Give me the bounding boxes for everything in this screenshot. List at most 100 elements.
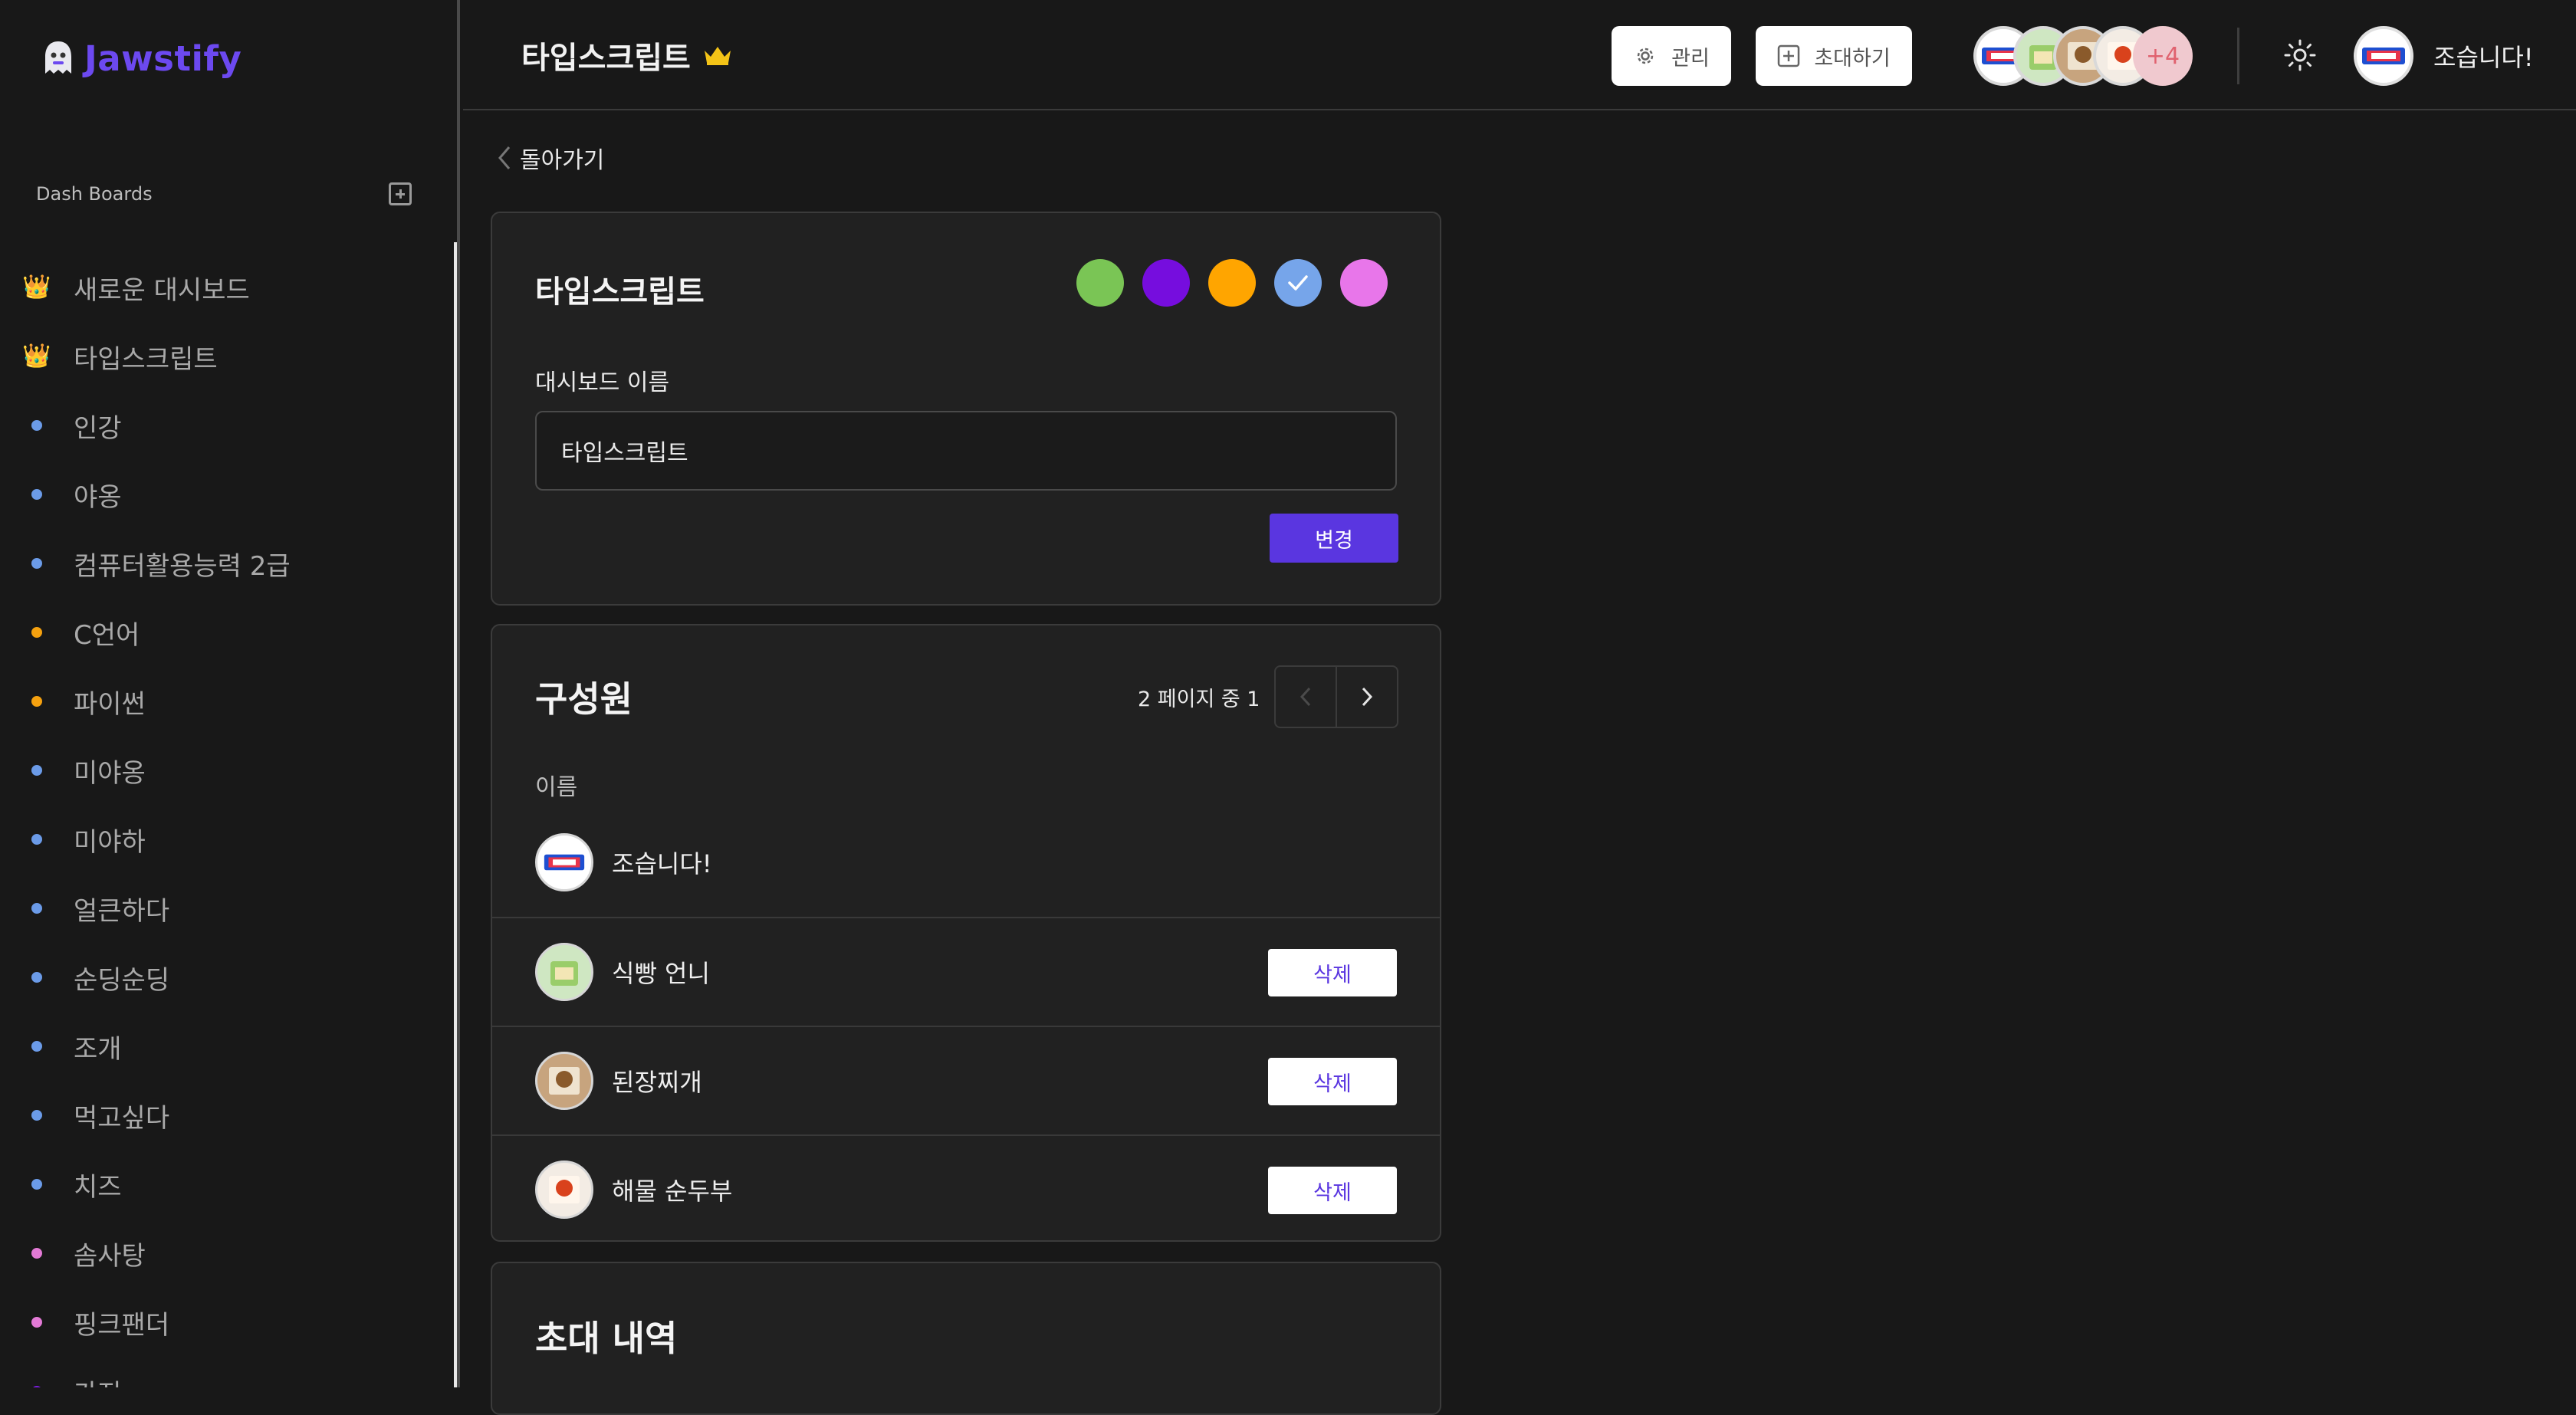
sidebar-item-label: 얼큰하다 (74, 895, 170, 927)
sidebar-item[interactable]: 조개 (21, 1012, 451, 1081)
color-dot-icon (31, 765, 42, 776)
sidebar-item-label: 순딩순딩 (74, 964, 170, 996)
dashboard-name-label: 대시보드 이름 (535, 369, 670, 396)
member-avatar (535, 943, 593, 1001)
dashboards-section-label: Dash Boards (36, 183, 153, 205)
sidebar-item[interactable]: 먹고싶다 (21, 1081, 451, 1150)
sidebar-item[interactable]: 가지 (21, 1357, 451, 1387)
back-label: 돌아가기 (520, 147, 605, 174)
sidebar-item-label: 미야하 (74, 826, 146, 858)
member-row: 조습니다! (492, 808, 1440, 917)
color-dot-icon (31, 627, 42, 638)
color-dot-icon (31, 489, 42, 500)
manage-label: 관리 (1671, 46, 1710, 71)
member-row: 식빵 언니 삭제 (492, 917, 1440, 1026)
user-name: 조습니다! (2433, 43, 2534, 72)
sidebar-item[interactable]: 핑크팬더 (21, 1288, 451, 1357)
change-button[interactable]: 변경 (1270, 514, 1398, 563)
dashboard-list: 👑 새로운 대시보드 👑 타입스크립트 인강 야옹 컴퓨터활용능력 2급 C언어 파… (21, 253, 451, 1387)
member-avatar (535, 833, 593, 891)
top-bar: 타입스크립트 관리 초대하기 +4 조습니다! (463, 0, 2576, 110)
sun-icon[interactable] (2283, 38, 2317, 72)
snack-package-icon (544, 854, 585, 871)
sidebar-item[interactable]: 치즈 (21, 1150, 451, 1219)
invite-button[interactable]: 초대하기 (1756, 26, 1912, 86)
color-dot-icon (31, 903, 42, 914)
sidebar-scrollbar[interactable] (454, 242, 457, 1387)
sidebar-item-label: 먹고싶다 (74, 1102, 170, 1134)
member-name: 식빵 언니 (612, 959, 710, 988)
delete-member-button[interactable]: 삭제 (1268, 949, 1397, 996)
sidebar-item-label: 파이썬 (74, 688, 146, 720)
chevron-left-icon (498, 146, 511, 169)
color-dot-icon (31, 1110, 42, 1121)
back-link[interactable]: 돌아가기 (497, 141, 604, 175)
member-name: 된장찌개 (612, 1068, 702, 1097)
color-dot-icon (31, 1248, 42, 1259)
members-card: 구성원 2 페이지 중 1 이름 조습니다! 식빵 언니 삭제 된장찌개 삭제 (491, 624, 1441, 1242)
pagination-text: 2 페이지 중 1 (1138, 688, 1260, 711)
member-name: 조습니다! (612, 849, 712, 878)
sidebar-item-label: 솜사탕 (74, 1240, 146, 1272)
sidebar-item[interactable]: 👑 타입스크립트 (21, 322, 451, 391)
color-dot-icon (31, 972, 42, 983)
sidebar-item[interactable]: 미야옹 (21, 736, 451, 805)
settings-card-title: 타입스크립트 (535, 274, 705, 310)
dashboard-name-input[interactable] (535, 411, 1397, 491)
invite-label: 초대하기 (1814, 46, 1891, 71)
sidebar-item[interactable]: 야옹 (21, 460, 451, 529)
sidebar-item-label: 가지 (74, 1373, 122, 1388)
crown-icon: 👑 (22, 343, 51, 369)
add-dashboard-icon[interactable] (389, 182, 412, 205)
color-dot-icon (31, 1317, 42, 1328)
color-picker (1058, 259, 1388, 307)
soup-package-icon (549, 1176, 580, 1203)
color-swatch-blue[interactable] (1274, 259, 1322, 307)
sidebar-item[interactable]: 인강 (21, 391, 451, 460)
member-row: 해물 순두부 삭제 (492, 1134, 1440, 1240)
sidebar-item-label: 미야옹 (74, 757, 146, 789)
sidebar-item[interactable]: 👑 새로운 대시보드 (21, 253, 451, 322)
sidebar-item[interactable]: 컴퓨터활용능력 2급 (21, 529, 451, 598)
color-dot-icon (31, 1179, 42, 1190)
sidebar-item-label: 컴퓨터활용능력 2급 (74, 550, 291, 582)
sidebar-item[interactable]: C언어 (21, 598, 451, 667)
app-logo[interactable]: Jawstify (43, 35, 242, 81)
sidebar-item[interactable]: 순딩순딩 (21, 943, 451, 1012)
sidebar-item[interactable]: 파이썬 (21, 667, 451, 736)
crown-icon (704, 47, 731, 65)
ghost-logo-icon (45, 41, 71, 74)
color-swatch-pink[interactable] (1340, 259, 1388, 307)
sidebar-item-label: 타입스크립트 (74, 343, 218, 375)
member-avatar (535, 1161, 593, 1219)
delete-member-button[interactable]: 삭제 (1268, 1058, 1397, 1105)
stew-package-icon (549, 1067, 580, 1095)
sidebar-item-label: 치즈 (74, 1171, 122, 1203)
sidebar-item-label: 새로운 대시보드 (74, 274, 250, 306)
user-profile[interactable]: 조습니다! (2354, 26, 2534, 86)
board-title: 타입스크립트 (521, 34, 732, 77)
members-card-title: 구성원 (535, 678, 632, 720)
color-swatch-green[interactable] (1076, 259, 1124, 307)
plus-box-icon (1778, 44, 1800, 67)
manage-button[interactable]: 관리 (1612, 26, 1731, 86)
color-dot-icon (31, 558, 42, 569)
sidebar-item[interactable]: 얼큰하다 (21, 874, 451, 943)
color-swatch-orange[interactable] (1208, 259, 1256, 307)
name-column-header: 이름 (535, 774, 578, 801)
invitations-card-title: 초대 내역 (535, 1318, 678, 1359)
color-dot-icon (31, 1041, 42, 1052)
color-swatch-purple[interactable] (1142, 259, 1190, 307)
next-page-button[interactable] (1336, 667, 1397, 727)
chevron-left-icon (1300, 687, 1311, 707)
sidebar-item-label: 인강 (74, 412, 122, 444)
sidebar-item[interactable]: 솜사탕 (21, 1219, 451, 1288)
sidebar-item-label: 야옹 (74, 481, 122, 513)
sidebar-item[interactable]: 미야하 (21, 805, 451, 874)
member-avatar-stack[interactable]: +4 (1973, 26, 2193, 86)
sidebar-item-label: C언어 (74, 619, 140, 651)
board-title-text: 타입스크립트 (521, 41, 691, 76)
prev-page-button[interactable] (1276, 667, 1336, 727)
delete-member-button[interactable]: 삭제 (1268, 1167, 1397, 1214)
more-members-badge[interactable]: +4 (2133, 26, 2193, 86)
